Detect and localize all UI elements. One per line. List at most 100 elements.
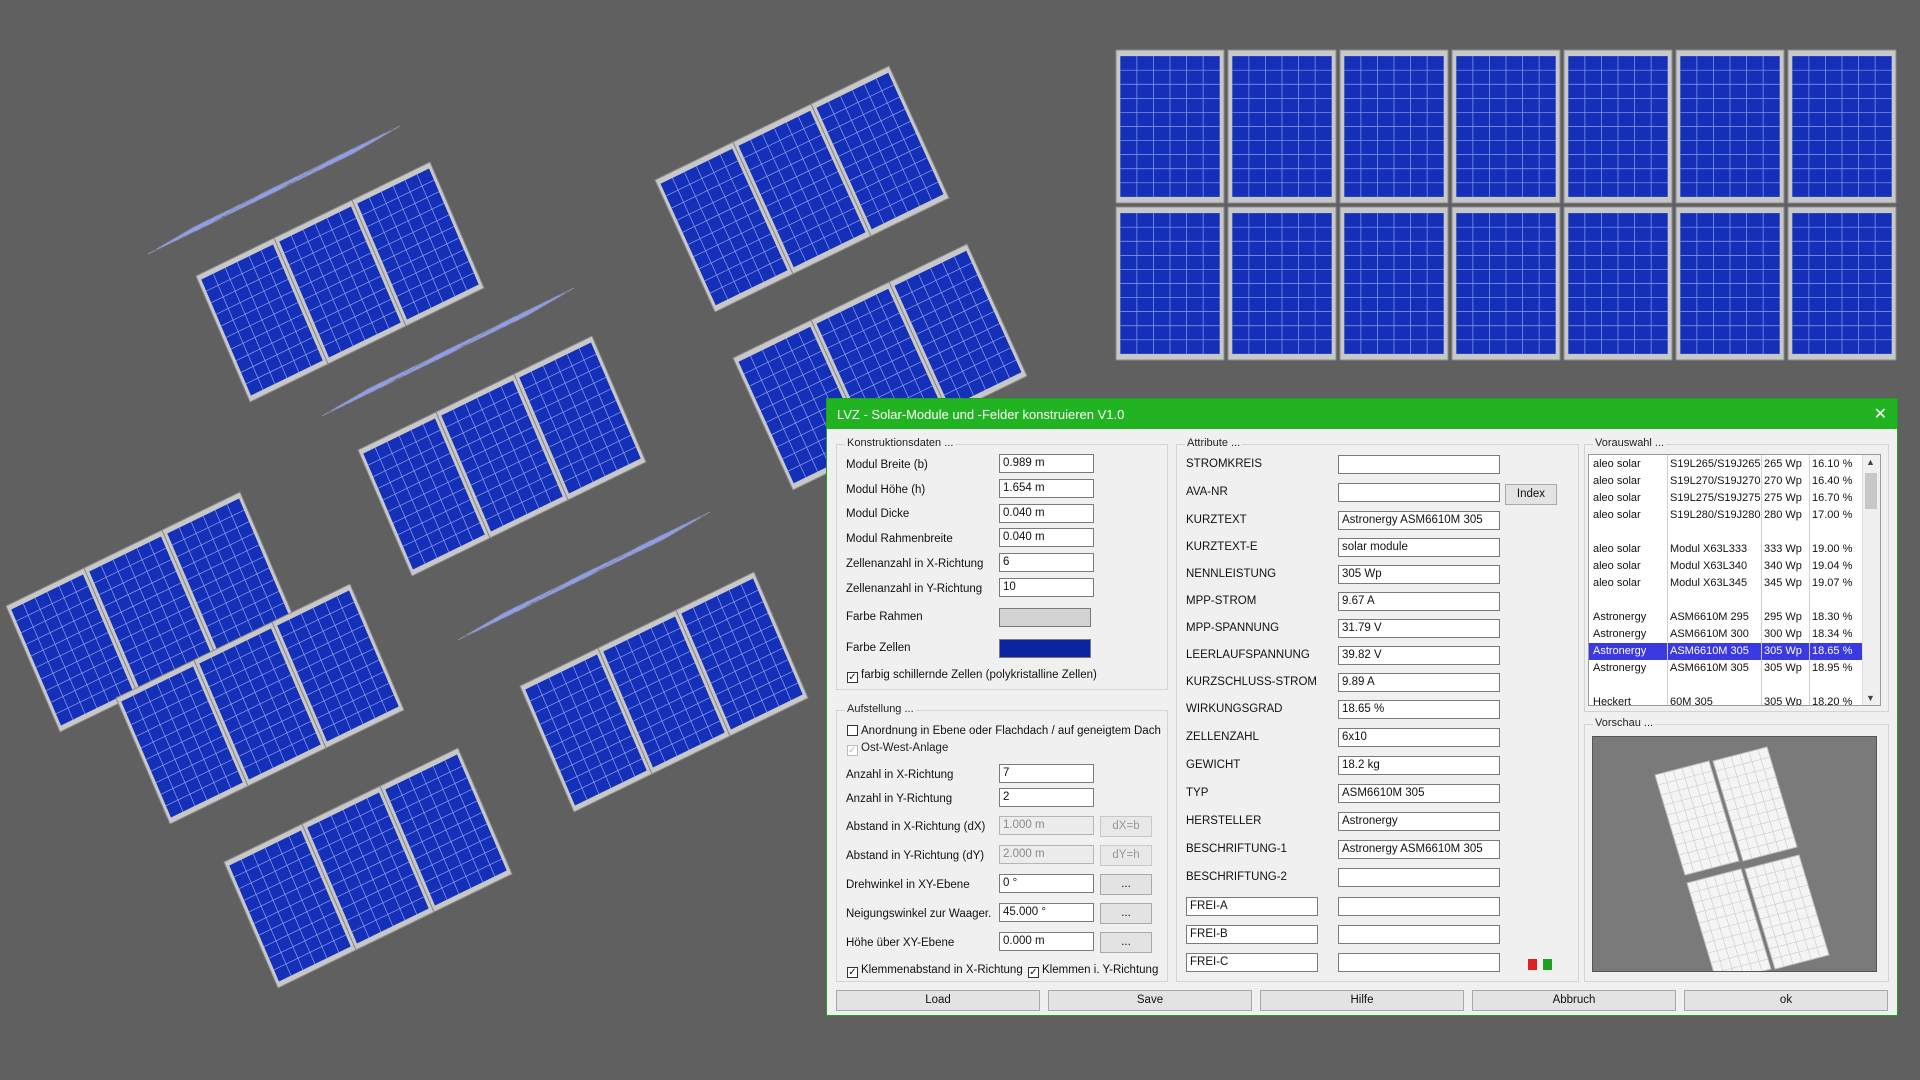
ostwest-check-box[interactable]: ✓ xyxy=(847,745,858,756)
frei-value-input[interactable] xyxy=(1338,897,1500,916)
attr-value-input[interactable] xyxy=(1338,483,1500,502)
list-cell-eff: 18.30 % xyxy=(1812,611,1853,623)
attr-value-input[interactable]: Astronergy ASM6610M 305 xyxy=(1338,511,1500,530)
list-cell-brand: Heckert xyxy=(1593,696,1631,706)
attr-value-input[interactable] xyxy=(1338,868,1500,887)
list-item[interactable]: aleo solar Modul X63L340 340 Wp 19.04 % xyxy=(1589,558,1864,575)
zellen-x-input[interactable]: 6 xyxy=(999,553,1094,572)
attr-value-input[interactable] xyxy=(1338,455,1500,474)
list-item[interactable]: Astronergy ASM6610M 300 300 Wp 18.34 % xyxy=(1589,626,1864,643)
abbruch-button[interactable]: Abbruch xyxy=(1472,990,1676,1011)
ok-button[interactable]: ok xyxy=(1684,990,1888,1011)
modul-hoehe-input[interactable]: 1.654 m xyxy=(999,479,1094,498)
hoehe-button[interactable]: ... xyxy=(1100,932,1152,953)
neigung-input[interactable]: 45.000 ° xyxy=(999,903,1094,922)
frei-label-input[interactable]: FREI-B xyxy=(1186,925,1318,944)
attr-value-input[interactable]: 9.67 A xyxy=(1338,592,1500,611)
list-item[interactable] xyxy=(1589,592,1864,609)
farbe-rahmen-label: Farbe Rahmen xyxy=(846,611,923,623)
attr-value-input[interactable]: 18.2 kg xyxy=(1338,756,1500,775)
abstand-y-label: Abstand in Y-Richtung (dY) xyxy=(846,850,985,862)
frei-label-input[interactable]: FREI-C xyxy=(1186,953,1318,972)
list-item[interactable]: aleo solar Modul X63L345 345 Wp 19.07 % xyxy=(1589,575,1864,592)
abstand-y-input[interactable]: 2.000 m xyxy=(999,845,1094,864)
list-item[interactable]: aleo solar S19L265/S19J265 265 Wp 16.10 % xyxy=(1589,456,1864,473)
title-bar[interactable]: LVZ - Solar-Module und -Felder konstruie… xyxy=(827,399,1897,429)
klemmen-x-checkbox[interactable]: ✓ Klemmenabstand in X-Richtung xyxy=(847,964,1023,978)
attr-value-input[interactable]: Astronergy ASM6610M 305 xyxy=(1338,840,1500,859)
list-item[interactable] xyxy=(1589,677,1864,694)
cell-gridline xyxy=(326,130,392,163)
attr-value-input[interactable]: 39.82 V xyxy=(1338,646,1500,665)
attr-value-input[interactable]: Astronergy xyxy=(1338,812,1500,831)
list-item[interactable]: Astronergy ASM6610M 305 305 Wp 18.65 % xyxy=(1589,643,1864,660)
attr-value-input[interactable]: 18.65 % xyxy=(1338,700,1500,719)
list-cell-eff: 19.00 % xyxy=(1812,543,1853,555)
hilfe-button[interactable]: Hilfe xyxy=(1260,990,1464,1011)
vorauswahl-list[interactable]: aleo solar S19L265/S19J265 265 Wp 16.10 % al… xyxy=(1588,454,1881,706)
index-button[interactable]: Index xyxy=(1505,484,1557,505)
attr-value-input[interactable]: solar module xyxy=(1338,538,1500,557)
abstand-x-button[interactable]: dX=b xyxy=(1100,816,1152,837)
schillernd-checkbox[interactable]: ✓ farbig schillernde Zellen (polykristall… xyxy=(847,669,1097,683)
klemmen-y-check-box[interactable]: ✓ xyxy=(1028,967,1039,978)
frei-label-input[interactable]: FREI-A xyxy=(1186,897,1318,916)
list-item[interactable]: Astronergy ASM6610M 295 295 Wp 18.30 % xyxy=(1589,609,1864,626)
klemmen-y-checkbox[interactable]: ✓ Klemmen i. Y-Richtung xyxy=(1028,964,1158,978)
frei-value-input[interactable] xyxy=(1338,953,1500,972)
scroll-up-icon[interactable]: ▲ xyxy=(1866,457,1875,467)
ebene-check-box[interactable] xyxy=(847,725,858,736)
hoehe-input[interactable]: 0.000 m xyxy=(999,932,1094,951)
farbe-rahmen-swatch[interactable] xyxy=(999,608,1091,627)
scroll-down-icon[interactable]: ▼ xyxy=(1866,693,1875,703)
list-item[interactable]: Astronergy ASM6610M 305 305 Wp 18.95 % xyxy=(1589,660,1864,677)
attr-value-input[interactable]: ASM6610M 305 xyxy=(1338,784,1500,803)
cell-gridline xyxy=(500,292,566,325)
modul-dicke-input[interactable]: 0.040 m xyxy=(999,504,1094,523)
list-cell-eff: 19.07 % xyxy=(1812,577,1853,589)
vorschau-title: Vorschau ... xyxy=(1593,717,1656,729)
list-item[interactable] xyxy=(1589,524,1864,541)
cell-gridline xyxy=(623,524,688,557)
list-cell-brand: aleo solar xyxy=(1593,458,1641,470)
list-cell-model: S19L275/S19J275 xyxy=(1670,492,1761,504)
neigung-button[interactable]: ... xyxy=(1100,903,1152,924)
list-scrollbar[interactable]: ▲ ▼ xyxy=(1862,455,1880,705)
drehwinkel-button[interactable]: ... xyxy=(1100,874,1152,895)
list-cell-power: 280 Wp xyxy=(1764,509,1802,521)
klemmen-x-check-box[interactable]: ✓ xyxy=(847,967,858,978)
attr-label: ZELLENZAHL xyxy=(1186,731,1259,743)
ebene-checkbox[interactable]: Anordnung in Ebene oder Flachdach / auf … xyxy=(847,725,1161,737)
preview-render xyxy=(1654,746,1830,971)
close-icon[interactable]: ✕ xyxy=(1874,404,1887,424)
save-button[interactable]: Save xyxy=(1048,990,1252,1011)
list-item[interactable]: aleo solar Modul X63L333 333 Wp 19.00 % xyxy=(1589,541,1864,558)
load-button[interactable]: Load xyxy=(836,990,1040,1011)
modul-breite-input[interactable]: 0.989 m xyxy=(999,454,1094,473)
zellen-y-label: Zellenanzahl in Y-Richtung xyxy=(846,583,983,595)
attr-value-input[interactable]: 305 Wp xyxy=(1338,565,1500,584)
anzahl-y-input[interactable]: 2 xyxy=(999,788,1094,807)
ostwest-checkbox[interactable]: ✓ Ost-West-Anlage xyxy=(847,742,948,756)
list-item[interactable]: Heckert 60M 305 305 Wp 18.20 % xyxy=(1589,694,1864,706)
scroll-thumb[interactable] xyxy=(1865,473,1877,509)
attr-value-input[interactable]: 31.79 V xyxy=(1338,619,1500,638)
list-item[interactable]: aleo solar S19L280/S19J280 280 Wp 17.00 % xyxy=(1589,507,1864,524)
list-item[interactable]: aleo solar S19L270/S19J270 270 Wp 16.40 % xyxy=(1589,473,1864,490)
list-item[interactable]: aleo solar S19L275/S19J275 275 Wp 16.70 % xyxy=(1589,490,1864,507)
anzahl-x-input[interactable]: 7 xyxy=(999,764,1094,783)
zellen-y-input[interactable]: 10 xyxy=(999,578,1094,597)
cell-gridline xyxy=(478,305,543,338)
attr-value-input[interactable]: 6x10 xyxy=(1338,728,1500,747)
frei-value-input[interactable] xyxy=(1338,925,1500,944)
schillernd-check-box[interactable]: ✓ xyxy=(847,672,858,683)
cell-gridline xyxy=(491,297,557,330)
abstand-y-button[interactable]: dY=h xyxy=(1100,845,1152,866)
list-cell-model: ASM6610M 300 xyxy=(1670,628,1749,640)
cell-gridline xyxy=(290,151,356,184)
rahmenbreite-input[interactable]: 0.040 m xyxy=(999,528,1094,547)
farbe-zellen-swatch[interactable] xyxy=(999,639,1091,658)
drehwinkel-input[interactable]: 0 ° xyxy=(999,874,1094,893)
abstand-x-input[interactable]: 1.000 m xyxy=(999,816,1094,835)
attr-value-input[interactable]: 9.89 A xyxy=(1338,673,1500,692)
